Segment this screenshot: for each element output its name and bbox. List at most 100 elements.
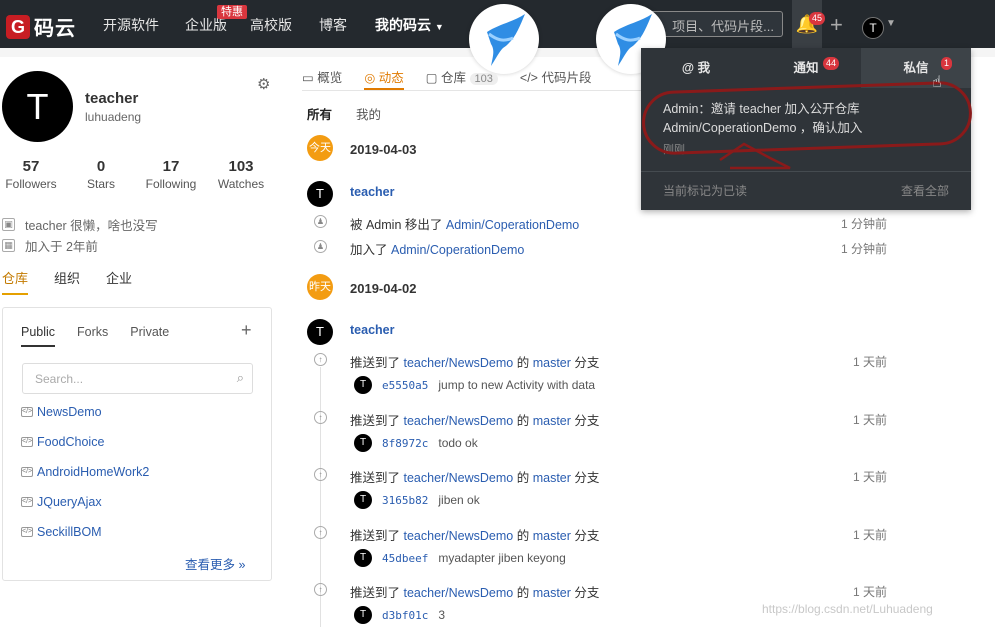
event-branch-link[interactable]: master — [533, 414, 571, 428]
stat-label: Stars — [86, 177, 115, 191]
tab-public[interactable]: Public — [21, 325, 56, 347]
tab-organizations[interactable]: 组织 — [54, 268, 80, 295]
stat-number: 57 — [22, 158, 40, 175]
new-repo-plus-icon[interactable]: + — [241, 320, 252, 341]
tab-private[interactable]: Private — [130, 325, 169, 347]
notification-button[interactable]: 🔔 45 — [792, 0, 826, 48]
view-more-link[interactable]: 查看更多 » — [185, 554, 245, 573]
event-text: 推送到了 — [350, 586, 404, 600]
commit-author-avatar[interactable]: T — [354, 549, 372, 567]
event-text: 的 — [513, 471, 533, 485]
push-icon: ↑ — [314, 526, 327, 539]
day-badge-today: 今天 — [307, 135, 333, 161]
repo-link[interactable]: </> NewsDemo — [21, 405, 102, 419]
watermark: https://blog.csdn.net/Luhuadeng — [762, 602, 933, 616]
event-time: 1 天前 — [852, 528, 887, 542]
event-text: 分支 — [570, 471, 600, 485]
mark-read-link[interactable]: 当前标记为已读 — [663, 182, 747, 199]
event-repo-link[interactable]: teacher/NewsDemo — [403, 529, 513, 543]
event-text: 的 — [513, 586, 533, 600]
commit-row: T 45dbeef myadapter jiben keyong — [354, 549, 566, 567]
gear-icon[interactable]: ⚙ — [257, 75, 270, 93]
event-line: 推送到了 teacher/NewsDemo 的 master 分支 — [350, 582, 599, 601]
event-time: 1 天前 — [852, 355, 887, 369]
commit-sha-link[interactable]: 3165b82 — [382, 494, 428, 507]
view-all-link[interactable]: 查看全部 — [901, 182, 949, 199]
event-user-avatar[interactable]: T — [307, 319, 333, 345]
filter-all[interactable]: 所有 — [307, 104, 332, 123]
tab-forks[interactable]: Forks — [77, 325, 108, 347]
commit-sha-link[interactable]: 45dbeef — [382, 552, 428, 565]
stat-watches[interactable]: 103 Watches — [211, 158, 271, 191]
event-branch-link[interactable]: master — [533, 356, 571, 370]
event-repo-link[interactable]: teacher/NewsDemo — [403, 356, 513, 370]
tab-enterprises[interactable]: 企业 — [106, 268, 132, 295]
commit-author-avatar[interactable]: T — [354, 376, 372, 394]
tab-repos[interactable]: ▢ 仓库 103 — [426, 67, 498, 90]
tab-label: 代码片段 — [541, 71, 592, 85]
event-time: 1 天前 — [852, 413, 887, 427]
event-time: 1 分钟前 — [840, 242, 887, 256]
message-count-badge: 1 — [941, 57, 953, 70]
repo-name: JQueryAjax — [37, 495, 102, 509]
tab-repositories[interactable]: 仓库 — [2, 268, 29, 295]
push-icon: ↑ — [314, 411, 327, 424]
repo-name: FoodChoice — [37, 435, 105, 449]
stat-following[interactable]: 17 Following — [141, 158, 201, 191]
nav-open-source[interactable]: 开源软件 — [103, 15, 159, 35]
event-user-link[interactable]: teacher — [350, 323, 394, 337]
tab-label: 仓库 — [441, 71, 467, 85]
chevron-down-icon[interactable]: ▼ — [886, 18, 896, 29]
commit-author-avatar[interactable]: T — [354, 491, 372, 509]
event-line: 加入了 Admin/CoperationDemo — [350, 239, 524, 258]
event-branch-link[interactable]: master — [533, 586, 571, 600]
commit-sha-link[interactable]: e5550a5 — [382, 379, 428, 392]
event-repo-link[interactable]: teacher/NewsDemo — [403, 586, 513, 600]
stat-followers[interactable]: 57 Followers — [1, 158, 61, 191]
enterprise-promo-badge: 特惠 — [217, 5, 247, 19]
commit-author-avatar[interactable]: T — [354, 606, 372, 624]
commit-message: jump to new Activity with data — [438, 378, 596, 392]
repo-link[interactable]: </> SeckillBOM — [21, 525, 102, 539]
tab-overview[interactable]: ▭ 概览 — [302, 67, 342, 90]
tab-activity[interactable]: ◎ 动态 — [364, 67, 404, 90]
tab-mentions[interactable]: @ 我 — [641, 48, 751, 88]
stat-stars[interactable]: 0 Stars — [71, 158, 131, 191]
nav-my-gitee[interactable]: 我的码云 ▼ — [375, 15, 444, 35]
event-repo-link[interactable]: Admin/CoperationDemo — [446, 218, 579, 232]
create-plus-icon[interactable]: + — [830, 12, 843, 38]
profile-tabs: 仓库 组织 企业 — [2, 268, 132, 295]
event-repo-link[interactable]: teacher/NewsDemo — [403, 414, 513, 428]
profile-name: teacher — [85, 90, 139, 107]
repository-panel: Public Forks Private + Search... ⌕ </> New… — [2, 307, 272, 581]
user-avatar[interactable]: T — [862, 17, 884, 39]
commit-sha-link[interactable]: 8f8972c — [382, 437, 428, 450]
event-user-link[interactable]: teacher — [350, 185, 394, 199]
event-branch-link[interactable]: master — [533, 529, 571, 543]
event-branch-link[interactable]: master — [533, 471, 571, 485]
tab-snippets[interactable]: </> 代码片段 — [520, 67, 592, 90]
commit-message: todo ok — [438, 436, 478, 450]
gitee-logo[interactable]: G 码云 — [6, 12, 76, 41]
repo-search-input[interactable]: Search... ⌕ — [22, 363, 253, 394]
id-card-icon: ▣ — [2, 218, 15, 231]
annotation-circle — [640, 80, 974, 156]
repo-name: AndroidHomeWork2 — [37, 465, 150, 479]
commit-sha-link[interactable]: d3bf01c — [382, 609, 428, 622]
code-icon: </> — [21, 467, 33, 477]
event-user-avatar[interactable]: T — [307, 181, 333, 207]
nav-blog[interactable]: 博客 — [319, 15, 347, 35]
nav-university[interactable]: 高校版 — [250, 15, 292, 35]
activity-filters: 所有 我的 — [307, 104, 381, 123]
push-icon: ↑ — [314, 353, 327, 366]
event-repo-link[interactable]: Admin/CoperationDemo — [391, 243, 524, 257]
commit-author-avatar[interactable]: T — [354, 434, 372, 452]
event-line: 推送到了 teacher/NewsDemo 的 master 分支 — [350, 410, 599, 429]
repo-link[interactable]: </> FoodChoice — [21, 435, 104, 449]
tab-notices[interactable]: 通知 44 — [751, 48, 861, 88]
event-repo-link[interactable]: teacher/NewsDemo — [403, 471, 513, 485]
repo-link[interactable]: </> AndroidHomeWork2 — [21, 465, 149, 479]
stat-label: Watches — [217, 177, 265, 191]
repo-link[interactable]: </> JQueryAjax — [21, 495, 102, 509]
filter-mine[interactable]: 我的 — [356, 104, 381, 123]
